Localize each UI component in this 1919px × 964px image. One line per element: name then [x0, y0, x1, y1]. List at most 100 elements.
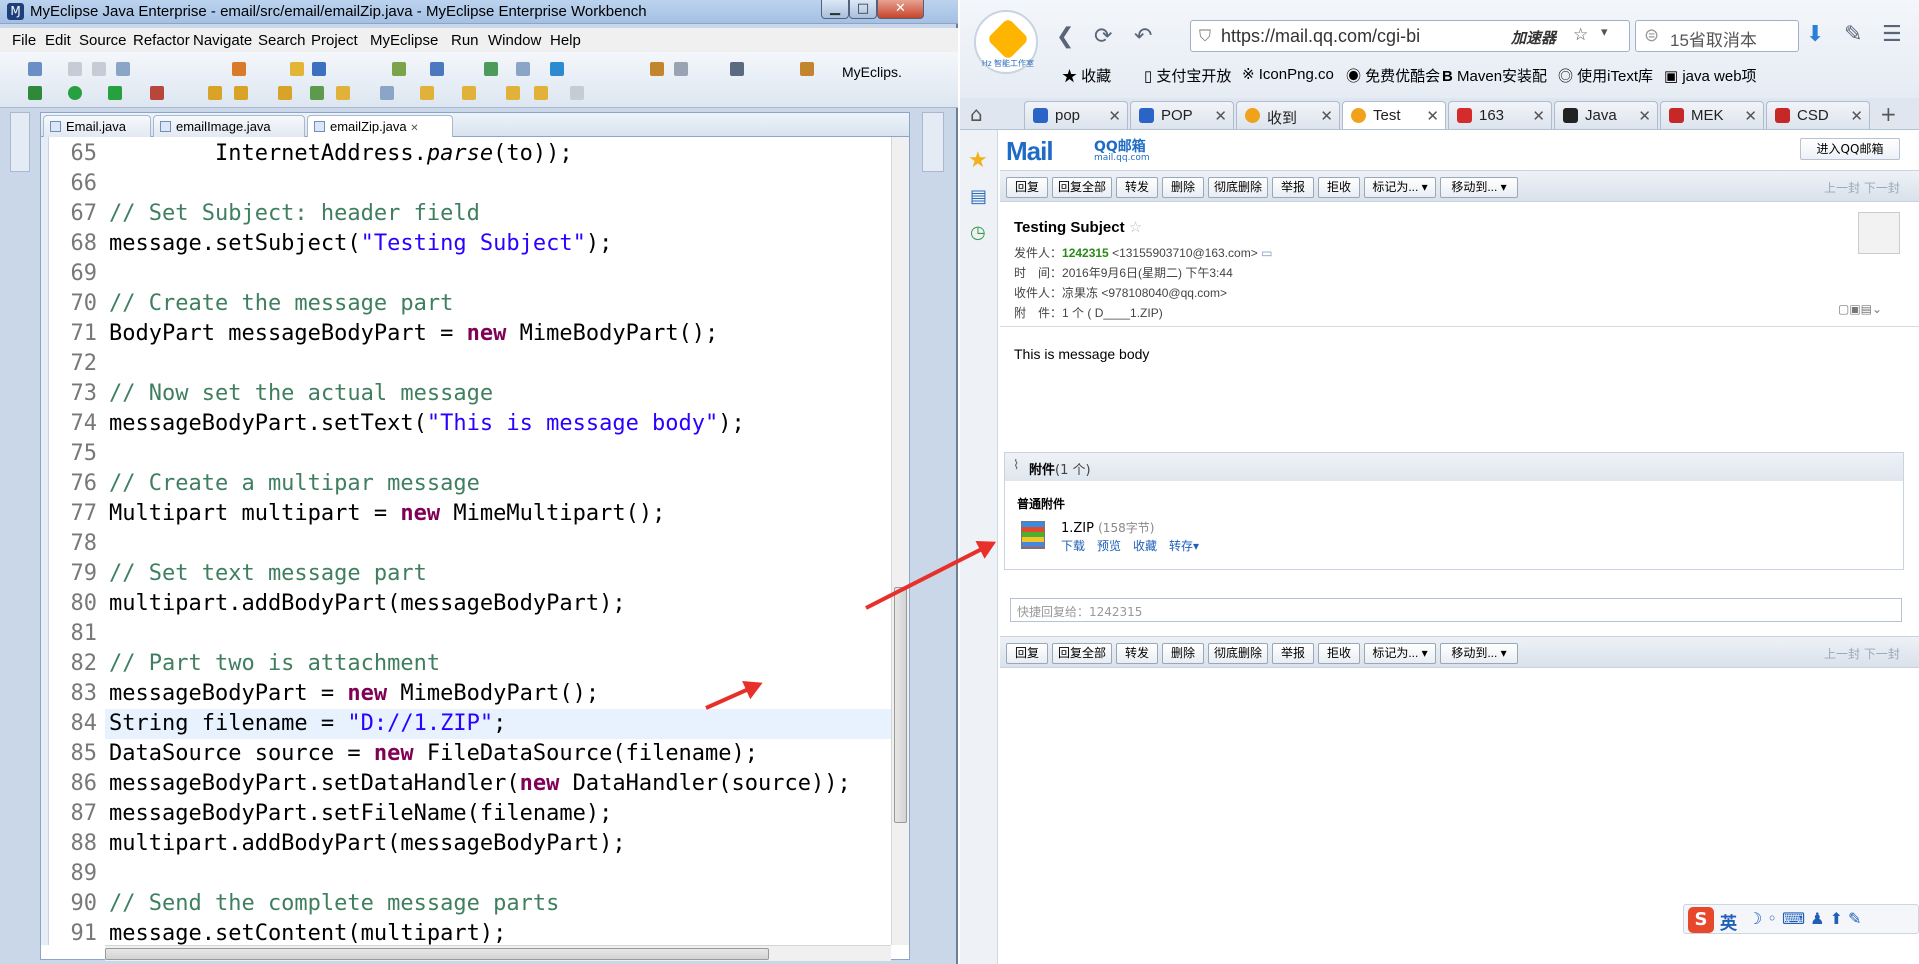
last-edit-icon[interactable]	[570, 86, 584, 100]
ime-mode[interactable]: 英	[1720, 909, 1737, 934]
save-icon[interactable]	[68, 62, 82, 76]
vertical-scroll-thumb[interactable]	[894, 587, 907, 823]
horizontal-scroll-thumb[interactable]	[105, 948, 769, 960]
code-line[interactable]: // Create the message part	[109, 289, 453, 319]
star-icon[interactable]: ☆	[1129, 219, 1142, 236]
accelerator-label[interactable]: 加速器	[1511, 27, 1556, 48]
menu-navigate[interactable]: Navigate	[193, 32, 252, 49]
browser-tab[interactable]: MEK ✕	[1660, 101, 1764, 129]
run-external-icon[interactable]	[108, 86, 122, 100]
bookmark-item[interactable]: ▯ 支付宝开放	[1144, 65, 1231, 86]
code-line[interactable]: Multipart multipart = new MimeMultipart(…	[109, 499, 665, 529]
star-icon[interactable]: ☆	[1573, 25, 1588, 45]
profile-icon[interactable]	[150, 86, 164, 100]
delete-permanently-button[interactable]: 彻底删除	[1208, 643, 1268, 664]
print-icon[interactable]	[116, 62, 130, 76]
code-line[interactable]: String filename = "D://1.ZIP";	[109, 709, 506, 739]
show-whitespace-icon[interactable]	[380, 86, 394, 100]
address-bar[interactable]: ⛉ https://mail.qq.com/cgi-bi 加速器 ☆ ▾	[1190, 20, 1630, 52]
mark-as-dropdown[interactable]: 标记为... ▾	[1364, 177, 1436, 198]
home-icon[interactable]: ⌂	[970, 102, 983, 126]
horizontal-scrollbar[interactable]	[105, 945, 891, 961]
reject-button[interactable]: 拒收	[1318, 643, 1360, 664]
web-icon[interactable]	[430, 62, 444, 76]
close-icon[interactable]: ✕	[410, 123, 418, 134]
back-icon[interactable]	[506, 86, 520, 100]
favorites-star-icon[interactable]: ★	[968, 148, 988, 173]
move-to-dropdown[interactable]: 移动到... ▾	[1440, 643, 1518, 664]
vertical-scrollbar[interactable]	[891, 137, 909, 945]
ime-toolbar[interactable]: S 英 ☽ ◦ ⌨ ♟ ⬆ ✎	[1683, 904, 1919, 934]
console-icon[interactable]	[730, 62, 744, 76]
settings-icon[interactable]: ✎	[1844, 22, 1862, 47]
code-line[interactable]: messageBodyPart.setFileName(filename);	[109, 799, 612, 829]
code-line[interactable]: multipart.addBodyPart(messageBodyPart);	[109, 829, 626, 859]
code-line[interactable]: // Set text message part	[109, 559, 427, 589]
tab-emailzip-java[interactable]: emailZip.java ✕	[307, 115, 453, 137]
dropdown-icon[interactable]: ▾	[1601, 25, 1608, 40]
notes-icon[interactable]: ▤	[970, 186, 987, 207]
reply-all-button[interactable]: 回复全部	[1052, 643, 1112, 664]
server-icon[interactable]	[392, 62, 406, 76]
close-button[interactable]: ✕	[877, 0, 924, 19]
report-button[interactable]: 举报	[1272, 177, 1314, 198]
minimize-button[interactable]: ▁	[821, 0, 849, 19]
bookmark-item[interactable]: ※ IconPng.co	[1242, 65, 1334, 83]
browser-tab-active[interactable]: Test ✕	[1342, 101, 1446, 129]
tab-close-icon[interactable]: ✕	[1638, 107, 1651, 125]
download-icon[interactable]: ⬇	[1806, 22, 1824, 47]
forward-button[interactable]: 转发	[1116, 177, 1158, 198]
browser-tab[interactable]: Java ✕	[1554, 101, 1658, 129]
open-folder-icon[interactable]	[208, 86, 222, 100]
menu-refactor[interactable]: Refactor	[133, 32, 190, 49]
enter-qq-mail-button[interactable]: 进入QQ邮箱	[1800, 138, 1900, 160]
bookmark-item[interactable]: ◎ 使用iText库	[1558, 65, 1653, 86]
new-icon[interactable]	[28, 62, 42, 76]
search-input[interactable]: 15省取消本	[1670, 26, 1757, 51]
history-icon[interactable]: ◷	[970, 222, 986, 243]
menu-run[interactable]: Run	[451, 32, 479, 49]
perspective-icon[interactable]	[800, 62, 814, 76]
code-line[interactable]: messageBodyPart.setDataHandler(new DataH…	[109, 769, 851, 799]
run-icon[interactable]	[68, 86, 82, 100]
browser-tab[interactable]: pop ✕	[1024, 101, 1128, 129]
undo-icon[interactable]: ↶	[1134, 24, 1152, 49]
search-box[interactable]: ⊜ 15省取消本	[1635, 20, 1799, 52]
db-icon[interactable]	[484, 62, 498, 76]
save-all-icon[interactable]	[92, 62, 106, 76]
sogou-logo-icon[interactable]: S	[1688, 907, 1714, 933]
reply-button[interactable]: 回复	[1006, 177, 1048, 198]
tab-close-icon[interactable]: ✕	[1532, 107, 1545, 125]
annotation-icon[interactable]	[310, 86, 324, 100]
code-line[interactable]: // Send the complete message parts	[109, 889, 559, 919]
code-area[interactable]: InternetAddress.parse(to)); // Set Subjec…	[105, 137, 891, 945]
attachment-summary[interactable]: 1 个 ( D____1.ZIP)	[1062, 306, 1163, 320]
delete-permanently-button[interactable]: 彻底删除	[1208, 177, 1268, 198]
code-line[interactable]: message.setContent(multipart);	[109, 919, 506, 945]
reply-button[interactable]: 回复	[1006, 643, 1048, 664]
code-line[interactable]: messageBodyPart.setText("This is message…	[109, 409, 745, 439]
tab-email-java[interactable]: Email.java	[43, 115, 151, 137]
code-line[interactable]: InternetAddress.parse(to));	[109, 139, 573, 169]
code-editor[interactable]: Email.java emailImage.java emailZip.java…	[40, 112, 910, 961]
tab-emailimage-java[interactable]: emailImage.java	[153, 115, 305, 137]
prev-annotation-icon[interactable]	[462, 86, 476, 100]
settings-icon[interactable]	[674, 62, 688, 76]
reject-button[interactable]: 拒收	[1318, 177, 1360, 198]
package-icon[interactable]	[290, 62, 304, 76]
browser-tab[interactable]: 收到 ✕	[1236, 101, 1340, 129]
new-tab-icon[interactable]: +	[1880, 102, 1897, 126]
delete-button[interactable]: 删除	[1162, 177, 1204, 198]
code-line[interactable]: multipart.addBodyPart(messageBodyPart);	[109, 589, 626, 619]
reply-all-button[interactable]: 回复全部	[1052, 177, 1112, 198]
sender-name[interactable]: 1242315	[1062, 246, 1109, 260]
bookmark-item[interactable]: ★ 收藏	[1062, 65, 1111, 86]
menu-file[interactable]: File	[12, 32, 36, 49]
menu-window[interactable]: Window	[488, 32, 541, 49]
code-line[interactable]: // Now set the actual message	[109, 379, 493, 409]
tab-close-icon[interactable]: ✕	[1320, 107, 1333, 125]
prev-next-nav[interactable]: 上一封 下一封	[1824, 645, 1900, 662]
forward-button[interactable]: 转发	[1116, 643, 1158, 664]
back-icon[interactable]: ❮	[1056, 24, 1074, 49]
deploy-icon[interactable]	[312, 62, 326, 76]
